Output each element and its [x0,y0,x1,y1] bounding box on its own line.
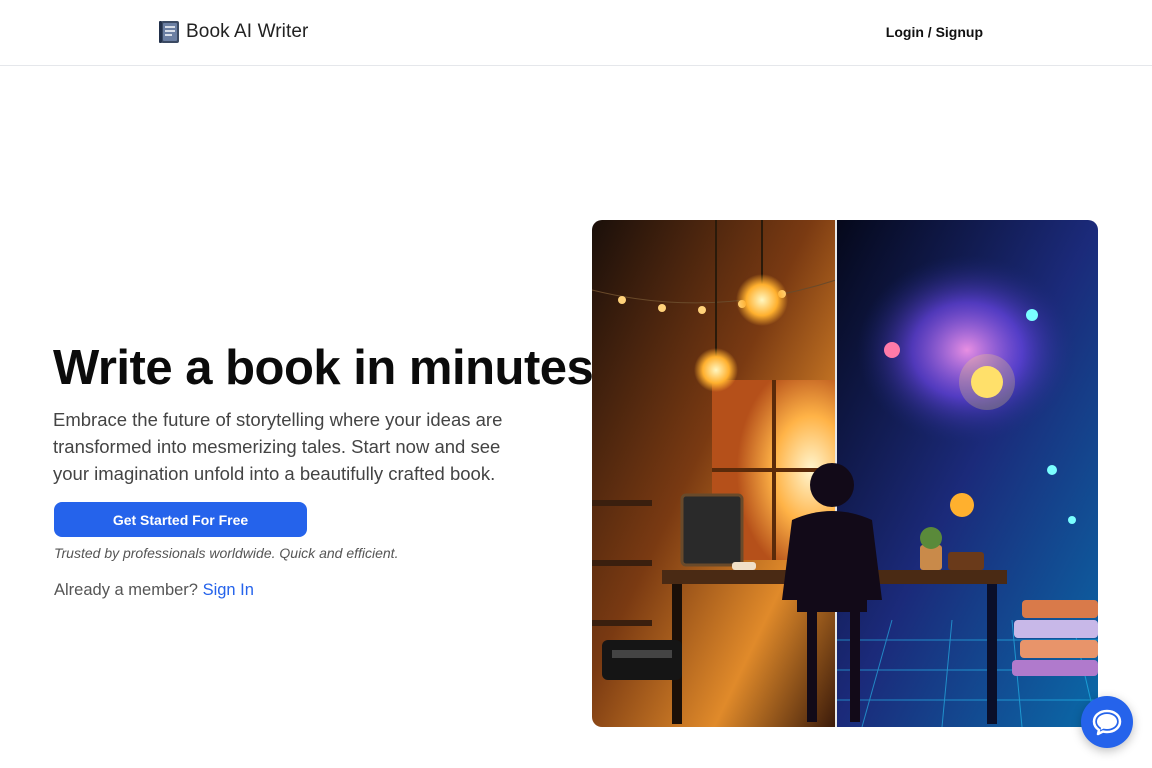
hero-description: Embrace the future of storytelling where… [53,409,503,484]
login-signup-link[interactable]: Login / Signup [886,24,983,40]
writer-illustration [592,220,1098,727]
trusted-text: Trusted by professionals worldwide. Quic… [54,545,399,561]
book-logo-icon [159,21,179,43]
brand-logo-link[interactable]: Book AI Writer [158,18,308,46]
brand-name: Book AI Writer [186,21,309,42]
member-prompt: Already a member? Sign In [54,581,254,600]
chat-bubble-icon [1092,709,1122,736]
site-header: Book AI Writer Login / Signup [0,0,1152,66]
hero-title: Write a book in minutes. [53,341,607,395]
hero-illustration [592,220,1098,727]
get-started-button[interactable]: Get Started For Free [54,502,307,537]
sign-in-link[interactable]: Sign In [203,581,254,599]
chat-launcher-button[interactable] [1081,696,1133,748]
member-prompt-text: Already a member? [54,581,198,599]
